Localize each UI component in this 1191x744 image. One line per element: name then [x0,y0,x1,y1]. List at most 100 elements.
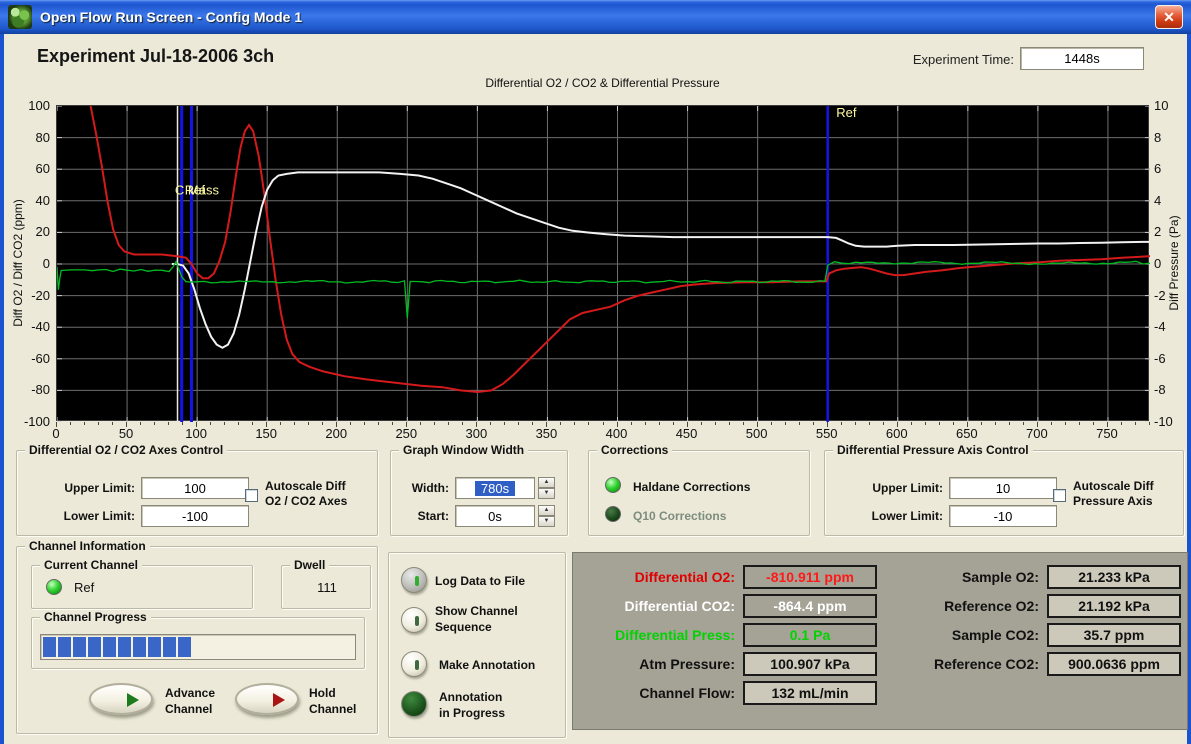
x-minor-tick [434,422,435,425]
group-title: Channel Progress [40,610,151,624]
x-minor-tick [280,422,281,425]
annotation-in-progress-label: Annotation in Progress [439,689,505,721]
show-channel-sequence-label: Show Channel Sequence [435,603,518,635]
x-minor-tick [308,422,309,425]
hold-channel-button[interactable] [235,683,299,715]
progress-segment [163,637,176,657]
autoscale-o2co2-checkbox[interactable] [245,489,258,502]
advance-arrow-icon [127,693,139,707]
start-spinner[interactable]: ▲ ▼ [538,505,555,527]
app-icon [8,5,32,29]
close-icon: ✕ [1163,9,1175,26]
dwell-value: 111 [282,580,372,595]
width-field[interactable]: 780s [455,477,535,499]
x-minor-tick [1023,422,1024,425]
x-minor-tick [168,422,169,425]
x-tick-label: 600 [877,426,917,441]
advance-channel-button[interactable] [89,683,153,715]
x-minor-tick [827,422,828,427]
haldane-corrections-label: Haldane Corrections [633,480,750,495]
y-right-tick-label: 10 [1154,98,1188,113]
haldane-corrections-led[interactable] [605,477,621,493]
readout-label: Atm Pressure: [573,656,735,672]
x-minor-tick [336,422,337,427]
spin-up-icon[interactable]: ▲ [538,477,555,488]
start-field[interactable]: 0s [455,505,535,527]
x-minor-tick [1065,422,1066,425]
x-minor-tick [981,422,982,425]
x-tick-label: 300 [456,426,496,441]
autoscale-pressure-checkbox[interactable] [1053,489,1066,502]
x-minor-tick [294,422,295,425]
x-tick-label: 450 [667,426,707,441]
chart-marker-label: Ref [836,106,857,120]
x-minor-tick [785,422,786,425]
readout-value: 21.192 kPa [1047,594,1181,618]
group-title: Differential Pressure Axis Control [833,443,1033,457]
make-annotation-button[interactable] [401,651,427,677]
y-right-tick-label: -8 [1154,382,1188,397]
x-minor-tick [1107,422,1108,427]
button-indicator-icon [415,616,419,626]
x-minor-tick [1079,422,1080,425]
log-data-button[interactable] [401,567,427,593]
x-minor-tick [673,422,674,425]
width-spinner[interactable]: ▲ ▼ [538,477,555,499]
q10-corrections-label: Q10 Corrections [633,509,726,524]
show-channel-sequence-button[interactable] [401,607,427,633]
y-left-tick-label: 80 [16,130,50,145]
readout-value: 21.233 kPa [1047,565,1181,589]
x-minor-tick [196,422,197,427]
group-title: Current Channel [40,558,142,572]
x-minor-tick [701,422,702,425]
x-minor-tick [757,422,758,427]
group-corrections: Corrections Haldane Corrections Q10 Corr… [588,450,810,536]
spin-down-icon[interactable]: ▼ [538,516,555,527]
x-minor-tick [1009,422,1010,425]
start-label: Start: [399,509,449,523]
chart-plot-area: C MassRefRef [56,105,1149,421]
x-minor-tick [322,422,323,425]
log-data-label: Log Data to File [435,573,525,589]
hold-arrow-icon [273,693,285,707]
x-tick-label: 100 [176,426,216,441]
lower-limit-field[interactable]: -100 [141,505,249,527]
readout-value: -810.911 ppm [743,565,877,589]
upper-limit-field[interactable]: 10 [949,477,1057,499]
upper-limit-label: Upper Limit: [833,481,943,495]
x-minor-tick [532,422,533,425]
readouts-panel: Differential O2: -810.911 ppm Differenti… [572,552,1188,730]
progress-segment [118,637,131,657]
readout-label: Differential Press: [573,627,735,643]
readout-value: 0.1 Pa [743,623,877,647]
lower-limit-label: Lower Limit: [833,509,943,523]
x-minor-tick [546,422,547,427]
x-minor-tick [939,422,940,425]
autoscale-o2co2-label: Autoscale Diff O2 / CO2 Axes [265,479,347,509]
readout-label: Sample CO2: [873,627,1039,643]
group-o2co2-axes-control: Differential O2 / CO2 Axes Control Upper… [16,450,378,536]
readout-value: 900.0636 ppm [1047,652,1181,676]
x-tick-label: 650 [947,426,987,441]
readout-label: Differential O2: [573,569,735,585]
close-button[interactable]: ✕ [1155,5,1183,29]
experiment-time-field[interactable]: 1448s [1020,47,1144,70]
spin-up-icon[interactable]: ▲ [538,505,555,516]
group-actions: Log Data to File Show Channel Sequence M… [388,552,566,738]
q10-corrections-led[interactable] [605,506,621,522]
titlebar[interactable]: Open Flow Run Screen - Config Mode 1 ✕ [0,0,1191,34]
group-pressure-axis-control: Differential Pressure Axis Control Upper… [824,450,1184,536]
x-minor-tick [1093,422,1094,425]
x-minor-tick [687,422,688,427]
y-left-tick-label: -60 [16,351,50,366]
autoscale-pressure-label: Autoscale Diff Pressure Axis [1073,479,1154,509]
x-minor-tick [631,422,632,425]
x-minor-tick [350,422,351,425]
upper-limit-field[interactable]: 100 [141,477,249,499]
y-right-tick-label: 8 [1154,130,1188,145]
x-minor-tick [1121,422,1122,425]
spin-down-icon[interactable]: ▼ [538,488,555,499]
lower-limit-field[interactable]: -10 [949,505,1057,527]
x-minor-tick [617,422,618,427]
x-minor-tick [238,422,239,425]
